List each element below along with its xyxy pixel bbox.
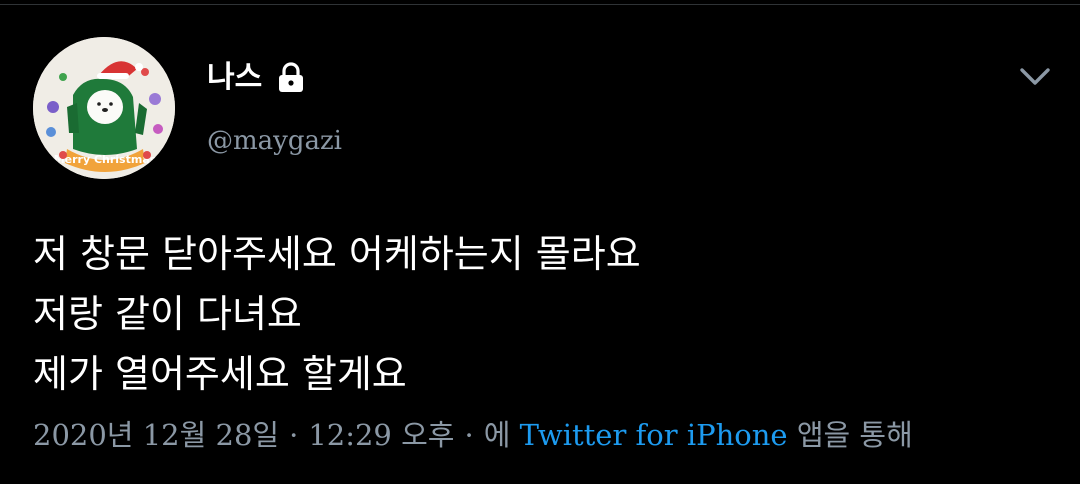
avatar-banner-text: Merry Christmas <box>54 153 157 166</box>
tweet-date[interactable]: 2020년 12월 28일 <box>33 418 279 452</box>
top-divider <box>0 4 1080 5</box>
tweet-metadata: 2020년 12월 28일 · 12:29 오후 · 에 Twitter for iPh… <box>33 412 913 454</box>
tweet-line: 저 창문 닫아주세요 어케하는지 몰라요 <box>33 232 641 276</box>
tweet-line: 제가 열어주세요 할게요 <box>33 352 407 396</box>
via-suffix: 앱을 통해 <box>796 418 913 452</box>
author-name-row: 나스 <box>207 62 306 94</box>
tweet-time[interactable]: 12:29 오후 <box>308 418 454 452</box>
separator: · <box>289 418 299 452</box>
avatar[interactable]: Merry Christmas <box>33 37 175 179</box>
via-prefix: 에 <box>483 418 511 452</box>
user-handle[interactable]: @maygazi <box>207 126 342 156</box>
separator: · <box>464 418 474 452</box>
source-link[interactable]: Twitter for iPhone <box>520 418 788 452</box>
chevron-down-icon[interactable] <box>1016 60 1054 94</box>
lock-icon <box>276 62 306 94</box>
display-name[interactable]: 나스 <box>207 63 262 93</box>
tweet-line: 저랑 같이 다녀요 <box>33 292 302 336</box>
tweet-text: 저 창문 닫아주세요 어케하는지 몰라요 저랑 같이 다녀요 제가 열어주세요 … <box>33 224 641 404</box>
avatar-image: Merry Christmas <box>33 37 175 179</box>
